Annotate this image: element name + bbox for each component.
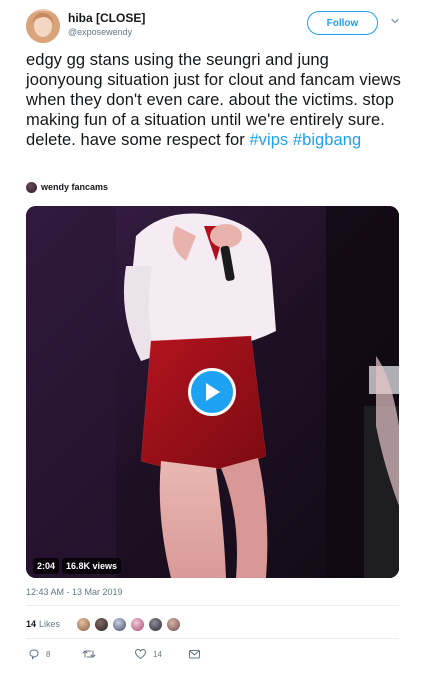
- avatar[interactable]: [94, 617, 109, 632]
- video-badges: 2:04 16.8K views: [33, 558, 122, 574]
- like-button[interactable]: 14: [134, 648, 162, 660]
- retweet-icon: [82, 650, 96, 658]
- hashtag-link[interactable]: #bigbang: [293, 131, 361, 149]
- tweet-timestamp[interactable]: 12:43 AM - 13 Mar 2019: [26, 587, 123, 597]
- avatar[interactable]: [76, 617, 91, 632]
- source-name[interactable]: wendy fancams: [41, 182, 108, 192]
- likes-label: Likes: [39, 619, 61, 629]
- avatar[interactable]: [148, 617, 163, 632]
- play-icon: [206, 383, 220, 401]
- divider: [26, 638, 399, 639]
- author-name[interactable]: hiba [CLOSE]: [68, 11, 145, 25]
- message-icon: [189, 650, 200, 659]
- avatar[interactable]: [130, 617, 145, 632]
- direct-message-button[interactable]: [188, 648, 201, 660]
- reply-icon: [29, 649, 39, 660]
- reply-button[interactable]: 8: [28, 648, 50, 660]
- video-duration: 2:04: [33, 558, 60, 574]
- hashtag-link[interactable]: #vips: [249, 131, 288, 149]
- avatar[interactable]: [112, 617, 127, 632]
- avatar[interactable]: [166, 617, 181, 632]
- chevron-down-icon[interactable]: [390, 16, 400, 26]
- video-view-count: 16.8K views: [62, 558, 122, 574]
- reply-count: 8: [46, 649, 51, 659]
- play-button[interactable]: [188, 368, 236, 416]
- tweet-text: edgy gg stans using the seungri and jung…: [26, 50, 406, 150]
- heart-icon: [134, 648, 147, 660]
- divider: [26, 605, 399, 606]
- likes-count: 14: [26, 619, 37, 629]
- media-source[interactable]: wendy fancams: [26, 180, 108, 194]
- author-handle[interactable]: @exposewendy: [68, 27, 132, 37]
- source-avatar: [26, 181, 37, 193]
- tweet: hiba [CLOSE] @exposewendy Follow edgy gg…: [0, 0, 424, 682]
- liker-avatars: [76, 617, 181, 632]
- likes-summary[interactable]: 14 Likes: [26, 619, 60, 629]
- like-count: 14: [153, 649, 162, 659]
- author-avatar[interactable]: [26, 9, 60, 43]
- follow-button[interactable]: Follow: [307, 11, 378, 35]
- retweet-button[interactable]: [82, 648, 102, 660]
